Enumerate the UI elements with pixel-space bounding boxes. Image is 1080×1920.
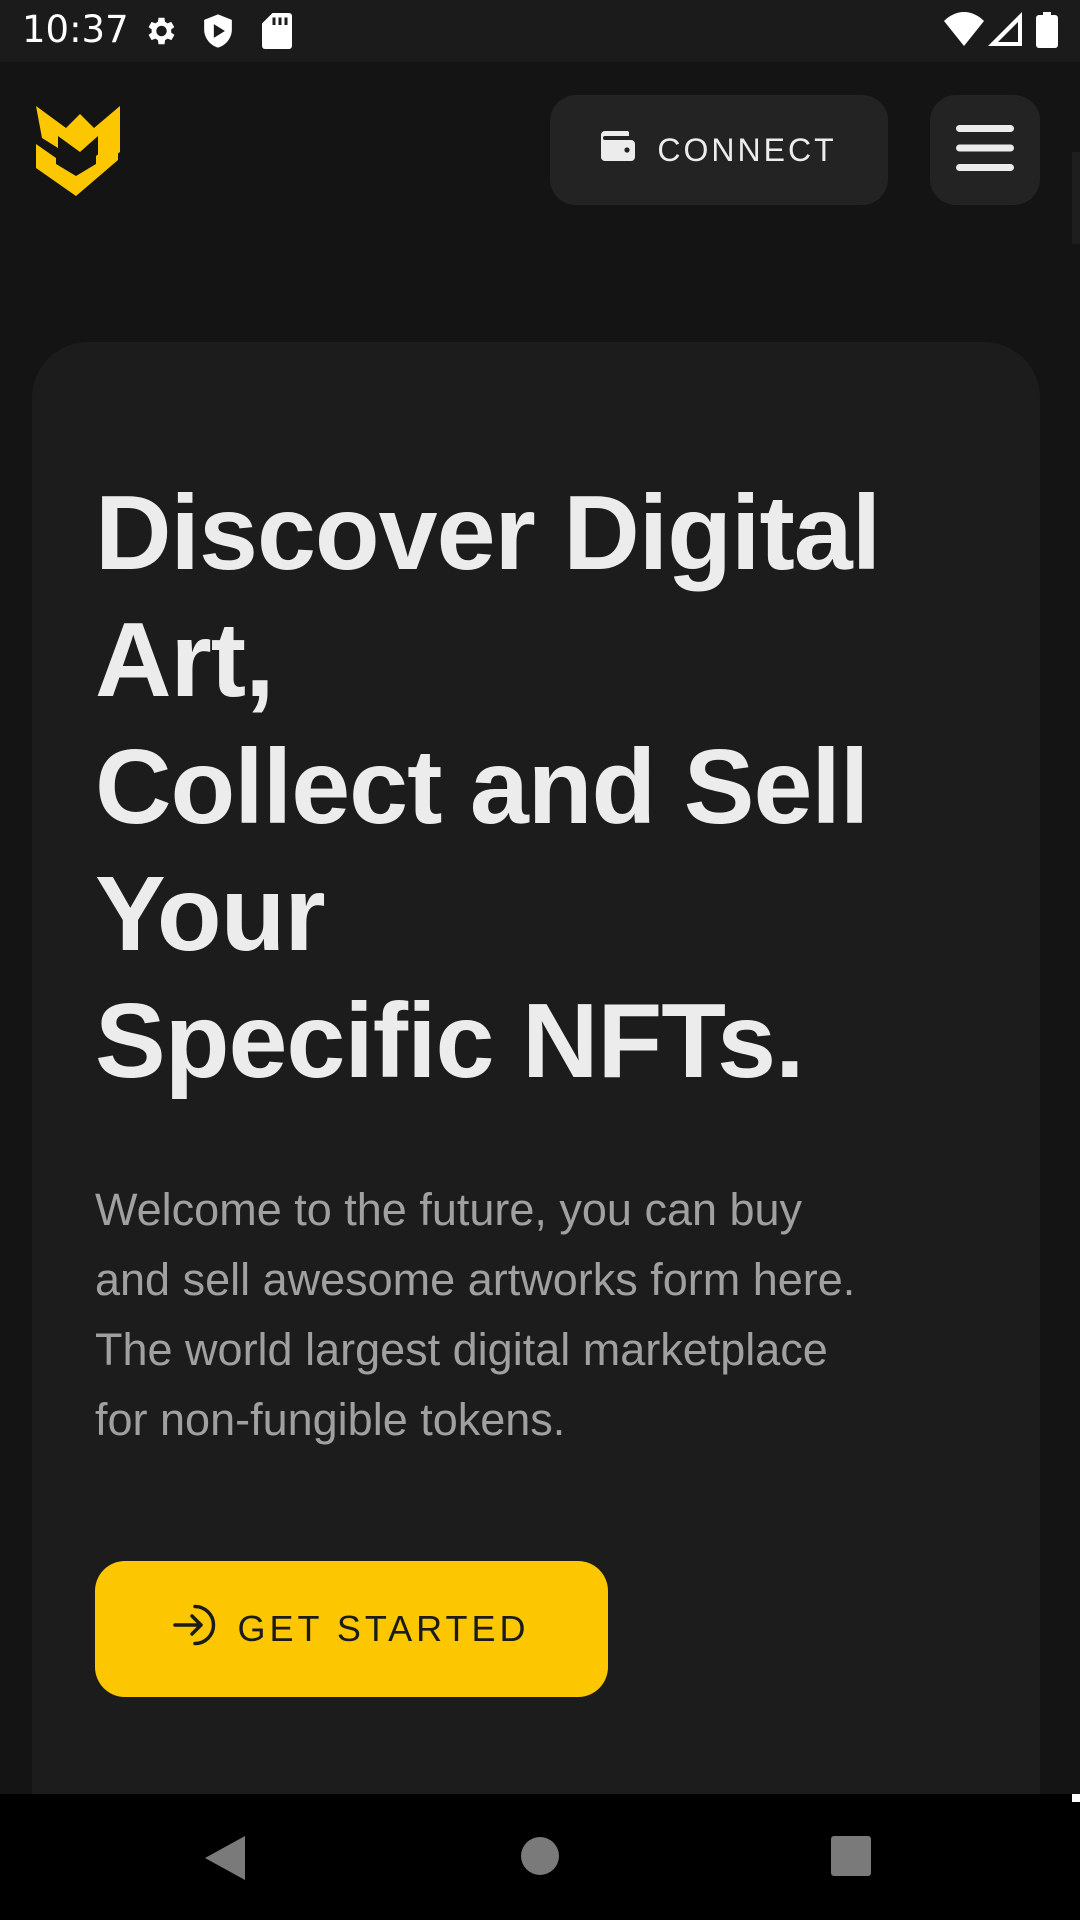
hero-title-line: Art, [95,601,275,719]
arrow-login-icon [173,1602,219,1657]
status-time: 10:37 [22,8,129,51]
hero-description-line: and sell awesome artworks form here. [95,1254,856,1305]
hero-title-line: Collect and Sell [95,728,869,846]
get-started-button[interactable]: GET STARTED [95,1561,608,1697]
hero-description-line: Welcome to the future, you can buy [95,1184,803,1235]
app-header: CONNECT [0,62,1080,300]
battery-icon [1036,12,1058,53]
recents-icon[interactable] [831,1836,871,1881]
hero-title-line: Specific NFTs. [95,982,805,1100]
gear-icon [142,13,178,54]
shield-icon [201,13,235,54]
wifi-icon [944,12,984,51]
system-nav-bar [0,1794,1080,1920]
hero-description-line: The world largest digital marketplace [95,1324,828,1375]
back-icon[interactable] [205,1836,245,1885]
brand-logo-icon[interactable] [36,102,120,198]
connect-wallet-button[interactable]: CONNECT [550,95,888,205]
app-screen: 10:37 CONNECT Discover Digital Art, Coll… [0,0,1080,1920]
menu-button[interactable] [930,95,1040,205]
status-bar: 10:37 [0,0,1080,62]
cell-signal-icon [988,12,1022,51]
scroll-indicator [1072,1794,1080,1802]
hamburger-menu-icon [956,124,1014,176]
scroll-edge [1072,152,1080,244]
hero-title: Discover Digital Art, Collect and Sell Y… [95,470,995,1105]
hero-description-line: for non-fungible tokens. [95,1394,566,1445]
sd-card-icon [262,13,292,54]
hero-title-line: Discover Digital [95,474,881,592]
wallet-icon [601,131,636,169]
hero-title-line: Your [95,855,326,973]
connect-label: CONNECT [657,131,837,168]
hero-description: Welcome to the future, you can buy and s… [95,1175,975,1455]
home-icon[interactable] [520,1836,560,1881]
get-started-label: GET STARTED [237,1608,530,1649]
